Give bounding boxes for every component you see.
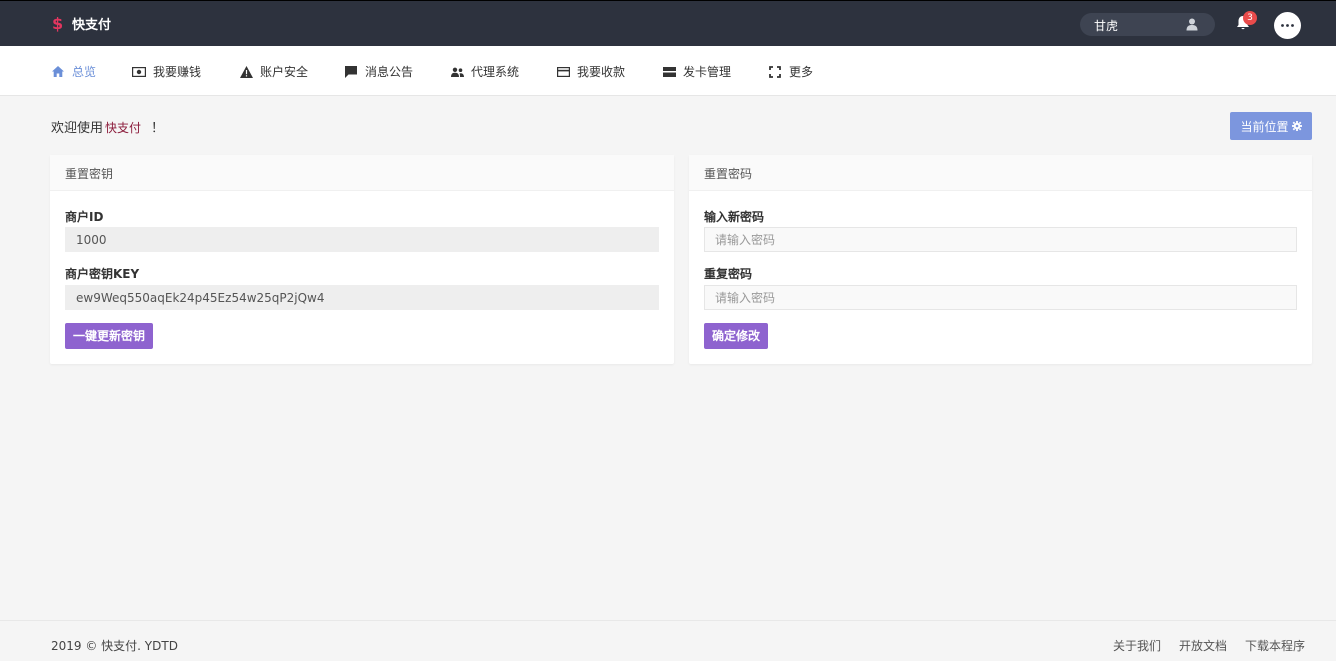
- welcome-message: 欢迎使用 快支付 ！: [51, 117, 164, 136]
- nav-item-card-manage[interactable]: 发卡管理: [662, 63, 731, 80]
- expand-icon: [768, 65, 782, 78]
- copyright: 2019 © 快支付. YDTD: [51, 639, 178, 653]
- brand[interactable]: $ 快支付: [52, 14, 111, 33]
- nav-item-agent[interactable]: 代理系统: [450, 63, 519, 80]
- merchant-key-field: ew9Weq550aqEk24p45Ez54w25qP2jQw4: [65, 285, 659, 310]
- footer: 2019 © 快支付. YDTD 关于我们 开放文档 下载本程序: [0, 620, 1336, 661]
- nav-item-security[interactable]: 账户安全: [239, 63, 308, 80]
- reset-key-card: 重置密钥 商户ID 1000 商户密钥KEY ew9Weq550aqEk24p4…: [50, 155, 674, 364]
- gear-icon: [1291, 121, 1302, 131]
- nav-label: 我要收款: [577, 65, 626, 79]
- home-icon: [51, 66, 65, 78]
- card-title: 重置密码: [689, 155, 1312, 191]
- user-menu[interactable]: 甘虎: [1080, 13, 1215, 36]
- nav-item-earn[interactable]: 我要赚钱: [132, 63, 201, 80]
- footer-link-about[interactable]: 关于我们: [1113, 637, 1161, 654]
- new-password-label: 输入新密码: [704, 210, 765, 224]
- nav-item-more[interactable]: 更多: [768, 63, 813, 80]
- merchant-id-label: 商户ID: [65, 210, 104, 224]
- nav-item-messages[interactable]: 消息公告: [344, 63, 413, 80]
- warning-icon: [239, 65, 253, 78]
- top-header: $ 快支付 甘虎 3: [0, 0, 1336, 46]
- user-icon: [1186, 18, 1198, 31]
- nav-label: 消息公告: [365, 65, 414, 79]
- new-password-field[interactable]: 请输入密码: [704, 227, 1297, 252]
- nav-label: 代理系统: [471, 65, 520, 79]
- username: 甘虎: [1094, 19, 1119, 33]
- card-icon: [556, 66, 570, 78]
- merchant-key-label: 商户密钥KEY: [65, 267, 140, 281]
- update-key-button[interactable]: 一键更新密钥: [65, 323, 154, 349]
- repeat-password-field[interactable]: 请输入密码: [704, 285, 1297, 310]
- nav-label: 更多: [789, 65, 814, 79]
- nav-item-overview[interactable]: 总览: [51, 63, 96, 80]
- more-dots-icon: [1281, 24, 1294, 27]
- footer-link-docs[interactable]: 开放文档: [1179, 637, 1227, 654]
- money-icon: [132, 66, 146, 78]
- repeat-password-label: 重复密码: [704, 267, 753, 281]
- nav-label: 我要赚钱: [153, 65, 202, 79]
- welcome-prefix: 欢迎使用: [51, 121, 104, 136]
- nav-label: 账户安全: [260, 65, 309, 79]
- card-manage-icon: [662, 66, 676, 78]
- more-menu-button[interactable]: [1274, 12, 1301, 39]
- footer-links: 关于我们 开放文档 下载本程序: [1095, 637, 1305, 654]
- reset-password-card: 重置密码 输入新密码 请输入密码 重复密码 请输入密码 确定修改: [689, 155, 1312, 364]
- welcome-suffix: ！: [151, 121, 165, 136]
- merchant-id-field: 1000: [65, 227, 659, 252]
- message-icon: [344, 65, 358, 78]
- welcome-site-link[interactable]: 快支付: [105, 119, 141, 136]
- current-location-button[interactable]: 当前位置: [1230, 112, 1312, 140]
- confirm-change-button[interactable]: 确定修改: [704, 323, 769, 349]
- dollar-icon: $: [52, 14, 64, 33]
- notification-badge: 3: [1243, 11, 1257, 25]
- brand-name: 快支付: [72, 18, 112, 33]
- nav-label: 发卡管理: [683, 65, 732, 79]
- footer-link-download[interactable]: 下载本程序: [1245, 637, 1305, 654]
- nav-label: 总览: [72, 65, 97, 79]
- card-title: 重置密钥: [50, 155, 674, 191]
- nav-item-receive[interactable]: 我要收款: [556, 63, 625, 80]
- main-nav: 总览 我要赚钱 账户安全 消息公告 代理系统 我要收款 发卡管理 更多: [0, 46, 1336, 96]
- users-icon: [450, 66, 464, 78]
- current-location-label: 当前位置: [1240, 119, 1289, 134]
